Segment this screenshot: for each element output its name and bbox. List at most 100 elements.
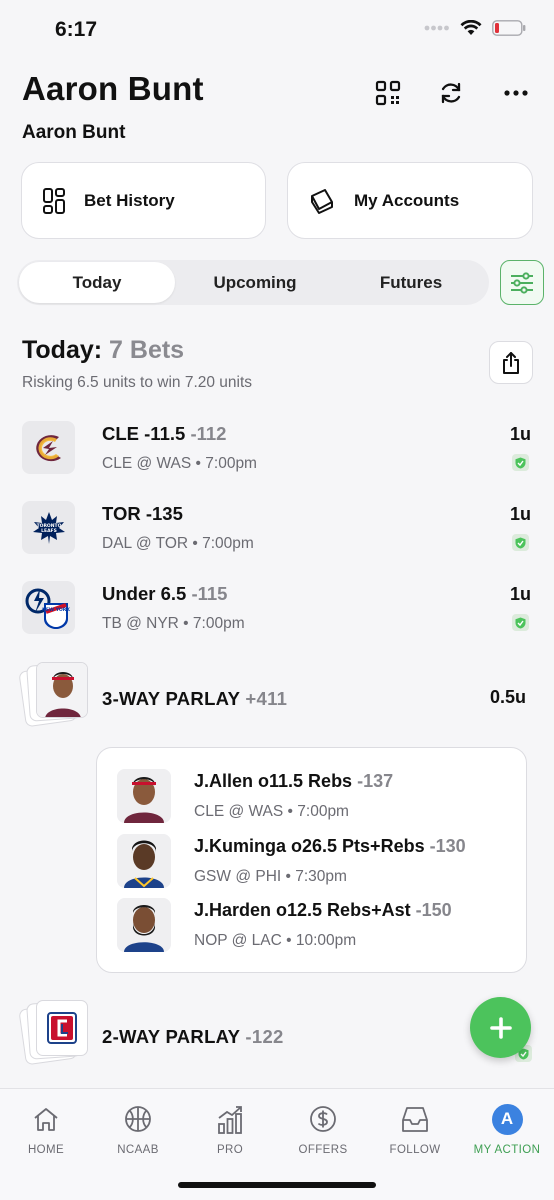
bet-title: Under 6.5 -115 [102, 583, 227, 605]
bet-row[interactable]: TORONTO LEAFS TOR -135 DAL @ TOR • 7:00pm… [22, 501, 537, 561]
wallet-icon [311, 188, 333, 214]
nav-home[interactable]: HOME [0, 1089, 92, 1161]
parlay-units: 0.5u [490, 687, 527, 707]
player-headshot-icon [36, 662, 88, 718]
leg-pick: J.Harden o12.5 Rebs+Ast [194, 900, 411, 920]
home-icon [34, 1108, 58, 1131]
leg-odds: -150 [415, 900, 452, 920]
leg-pick: J.Kuminga o26.5 Pts+Rebs [194, 836, 425, 856]
refresh-button[interactable] [434, 76, 468, 110]
risk-summary: Risking 6.5 units to win 7.20 units [22, 374, 253, 391]
parlay-odds: +411 [245, 688, 288, 709]
add-bet-button[interactable] [470, 997, 531, 1058]
parlay-odds: -122 [245, 1026, 284, 1047]
player-headshot-icon [117, 834, 171, 888]
clippers-logo-icon [36, 1000, 88, 1056]
nav-follow[interactable]: FOLLOW [369, 1089, 461, 1161]
more-icon [504, 90, 528, 96]
tab-futures[interactable]: Futures [333, 260, 489, 305]
lightning-rangers-logo-icon: NEW YORK [22, 581, 75, 634]
leg-matchup: GSW @ PHI • 7:30pm [194, 868, 347, 885]
parlay-title[interactable]: 3-WAY PARLAY +411 [102, 688, 287, 710]
dollar-icon [310, 1106, 336, 1132]
bet-units: 1u [509, 584, 531, 604]
parlay-leg[interactable]: J.Allen o11.5 Rebs -137 CLE @ WAS • 7:00… [117, 769, 517, 827]
parlay-leg[interactable]: J.Harden o12.5 Rebs+Ast -150 NOP @ LAC •… [117, 898, 517, 956]
bet-row[interactable]: CLE -11.5 -112 CLE @ WAS • 7:00pm 1u [22, 421, 537, 481]
bet-units: 1u [509, 424, 531, 444]
avatar-icon: A [491, 1103, 523, 1135]
nav-home-label: HOME [27, 1144, 65, 1156]
bet-row[interactable]: NEW YORK Under 6.5 -115 TB @ NYR • 7:00p… [22, 581, 537, 641]
nav-follow-label: FOLLOW [389, 1144, 441, 1156]
parlay-type: 2-WAY PARLAY [102, 1026, 240, 1047]
bet-history-label: Bet History [84, 190, 175, 210]
account-name: Aaron Bunt [22, 122, 126, 143]
nav-offers[interactable]: OFFERS [277, 1089, 369, 1161]
signal-icon [424, 25, 449, 31]
tab-upcoming[interactable]: Upcoming [177, 260, 333, 305]
leg-title: J.Allen o11.5 Rebs -137 [194, 771, 393, 792]
refresh-icon [441, 82, 461, 104]
nav-pro-label: PRO [216, 1144, 244, 1156]
bet-count: 7 Bets [109, 336, 185, 364]
parlay-leg[interactable]: J.Kuminga o26.5 Pts+Rebs -130 GSW @ PHI … [117, 834, 517, 892]
leg-odds: -137 [357, 771, 394, 791]
section-title: Today: 7 Bets [22, 336, 184, 365]
leg-matchup: NOP @ LAC • 10:00pm [194, 932, 357, 949]
bet-pick: CLE -11.5 [102, 423, 186, 444]
leg-title: J.Kuminga o26.5 Pts+Rebs -130 [194, 836, 466, 857]
home-indicator [178, 1182, 376, 1188]
basketball-icon [125, 1106, 151, 1132]
nav-my-action[interactable]: A MY ACTION [461, 1089, 553, 1161]
parlay-title[interactable]: 2-WAY PARLAY -122 [102, 1026, 284, 1048]
share-button[interactable] [489, 341, 533, 384]
bar-chart-icon [218, 1106, 242, 1134]
bet-odds: -112 [190, 423, 227, 444]
more-options-button[interactable] [499, 76, 533, 110]
status-time: 6:17 [55, 18, 98, 41]
filter-button[interactable] [500, 260, 544, 305]
plus-icon [489, 1016, 512, 1039]
filter-sliders-icon [511, 271, 533, 294]
avatar-letter: A [500, 1109, 514, 1128]
battery-icon [492, 20, 526, 36]
bet-pick: TOR -135 [102, 503, 183, 524]
verified-shield-icon [512, 614, 529, 631]
bet-title: TOR -135 [102, 503, 183, 525]
nav-offers-label: OFFERS [298, 1144, 348, 1156]
nav-pro[interactable]: PRO [184, 1089, 276, 1161]
tab-today[interactable]: Today [19, 262, 175, 303]
bet-pick: Under 6.5 [102, 583, 187, 604]
my-accounts-button[interactable]: My Accounts [287, 162, 533, 239]
leg-odds: -130 [429, 836, 466, 856]
bet-tabs: Today Upcoming Futures [17, 260, 489, 305]
parlay-avatar-stack [18, 660, 92, 730]
maple-leafs-logo-icon: TORONTO LEAFS [22, 501, 75, 554]
bet-matchup: CLE @ WAS • 7:00pm [102, 455, 257, 472]
svg-text:LEAFS: LEAFS [41, 528, 57, 534]
verified-shield-icon [512, 534, 529, 551]
my-accounts-label: My Accounts [354, 190, 460, 210]
parlay-logo-stack [18, 998, 92, 1068]
player-headshot-icon [117, 898, 171, 952]
page-title: Aaron Bunt [22, 70, 204, 107]
nav-my-action-label: MY ACTION [473, 1144, 541, 1156]
qr-code-button[interactable] [371, 76, 405, 110]
verified-shield-icon [512, 454, 529, 471]
qr-code-icon [375, 80, 401, 106]
inbox-icon [402, 1107, 428, 1132]
nav-ncaab-label: NCAAB [117, 1144, 159, 1156]
cavaliers-logo-icon [22, 421, 75, 474]
parlay-type: 3-WAY PARLAY [102, 688, 240, 709]
svg-text:NEW YORK: NEW YORK [42, 607, 70, 613]
leg-title: J.Harden o12.5 Rebs+Ast -150 [194, 900, 452, 921]
bet-units: 1u [509, 504, 531, 524]
bet-history-icon [43, 187, 65, 214]
player-headshot-icon [117, 769, 171, 823]
nav-ncaab[interactable]: NCAAB [92, 1089, 184, 1161]
bet-title: CLE -11.5 -112 [102, 423, 226, 445]
bet-matchup: TB @ NYR • 7:00pm [102, 615, 245, 632]
bet-history-button[interactable]: Bet History [21, 162, 266, 239]
bet-matchup: DAL @ TOR • 7:00pm [102, 535, 254, 552]
